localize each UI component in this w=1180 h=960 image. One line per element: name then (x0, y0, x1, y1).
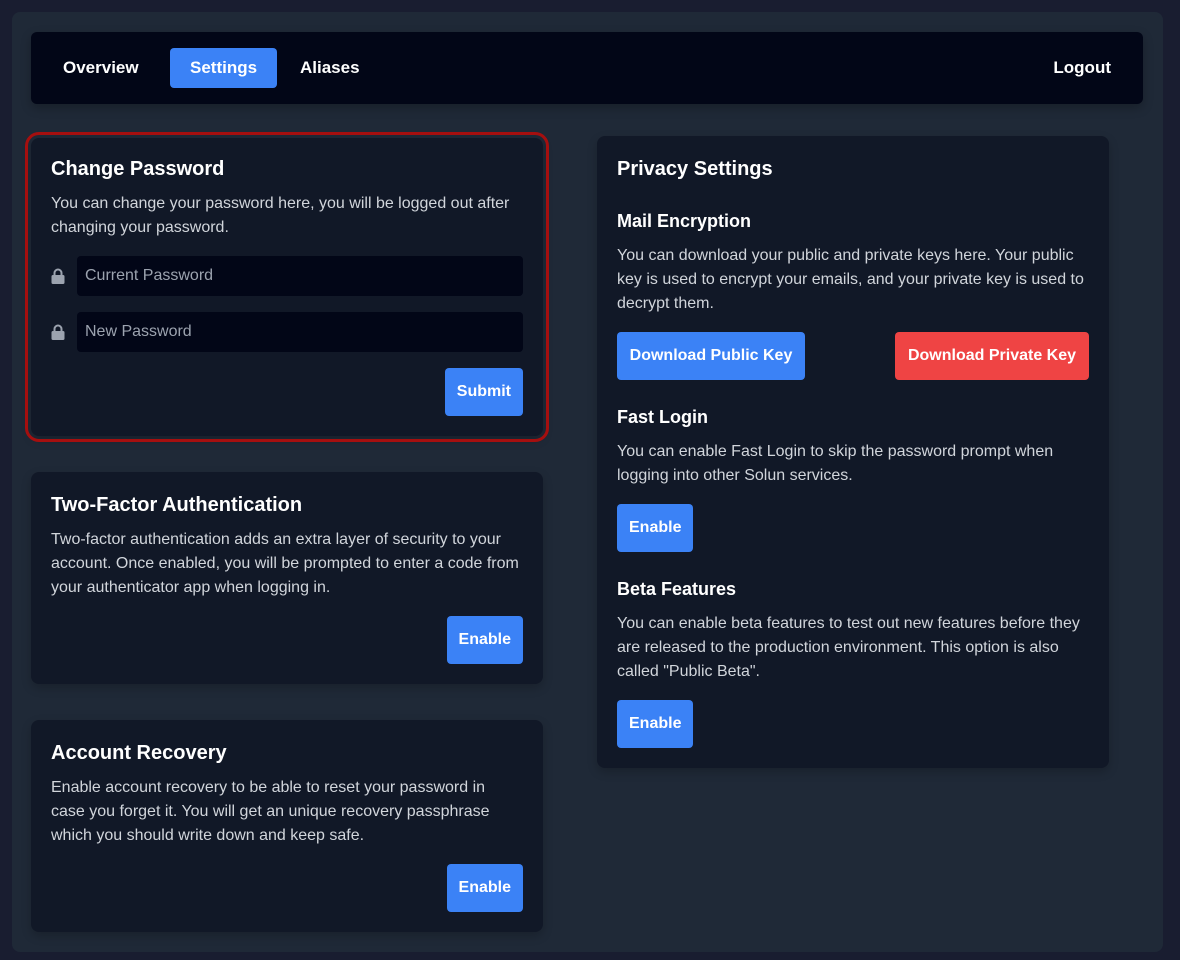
change-password-description: You can change your password here, you w… (51, 195, 510, 236)
account-recovery-title: Account Recovery (51, 742, 227, 764)
beta-features-description: You can enable beta features to test out… (617, 615, 1080, 680)
current-password-row (51, 256, 523, 296)
top-nav: Overview Settings Aliases Logout (31, 32, 1143, 104)
beta-features-enable-button[interactable]: Enable (617, 700, 694, 748)
new-password-row (51, 312, 523, 352)
account-recovery-card: Account Recovery Enable account recovery… (31, 720, 543, 932)
two-factor-title: Two-Factor Authentication (51, 494, 303, 516)
nav-aliases[interactable]: Aliases (280, 48, 380, 88)
two-factor-card: Two-Factor Authentication Two-factor aut… (31, 472, 543, 684)
privacy-settings-title: Privacy Settings (617, 158, 773, 180)
settings-page: Overview Settings Aliases Logout Change … (12, 12, 1163, 952)
submit-button[interactable]: Submit (444, 368, 523, 416)
mail-encryption-title: Mail Encryption (617, 211, 752, 231)
beta-features-title: Beta Features (617, 579, 737, 599)
fast-login-title: Fast Login (617, 407, 708, 427)
new-password-input[interactable] (77, 312, 523, 352)
two-factor-enable-button[interactable]: Enable (446, 616, 523, 664)
mail-encryption-description: You can download your public and private… (617, 247, 1084, 312)
privacy-settings-card: Privacy Settings Mail Encryption You can… (597, 136, 1109, 768)
fast-login-enable-button[interactable]: Enable (617, 504, 694, 552)
lock-icon (51, 268, 65, 284)
nav-settings[interactable]: Settings (170, 48, 278, 88)
account-recovery-description: Enable account recovery to be able to re… (51, 779, 490, 844)
change-password-card: Change Password You can change your pass… (25, 132, 549, 442)
download-private-key-button[interactable]: Download Private Key (895, 332, 1089, 380)
lock-icon (51, 324, 65, 340)
download-public-key-button[interactable]: Download Public Key (617, 332, 805, 380)
nav-overview[interactable]: Overview (43, 48, 159, 88)
current-password-input[interactable] (77, 256, 523, 296)
fast-login-description: You can enable Fast Login to skip the pa… (617, 443, 1054, 484)
account-recovery-enable-button[interactable]: Enable (446, 864, 523, 912)
logout-button[interactable]: Logout (1033, 48, 1131, 88)
change-password-title: Change Password (51, 158, 225, 180)
two-factor-description: Two-factor authentication adds an extra … (51, 531, 519, 596)
